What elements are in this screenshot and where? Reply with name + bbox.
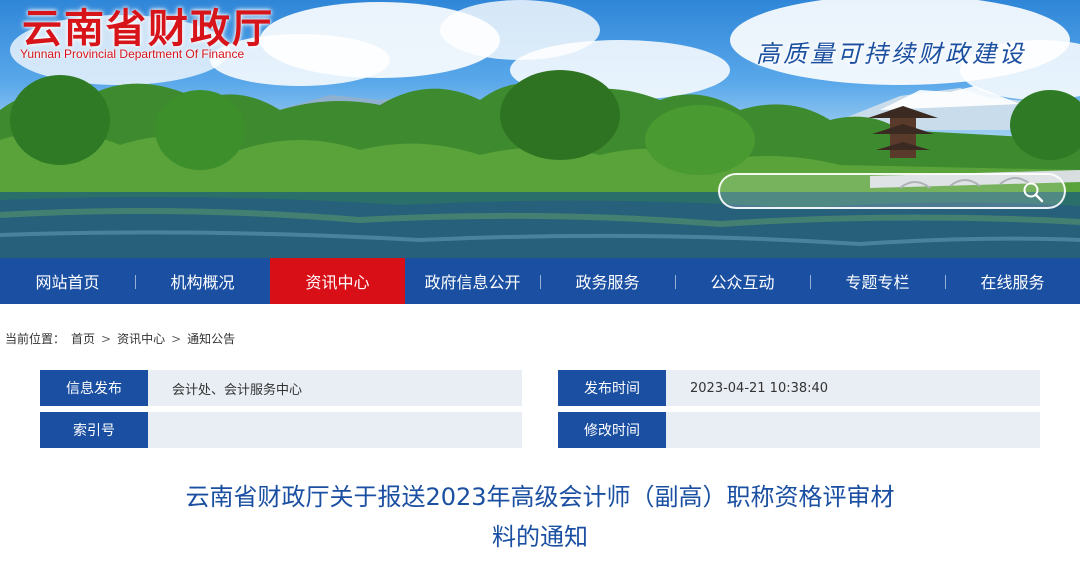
breadcrumb-separator: > bbox=[171, 331, 182, 346]
index-label: 索引号 bbox=[40, 412, 148, 448]
publish-time-value: 2023-04-21 10:38:40 bbox=[666, 370, 1040, 406]
breadcrumb-prefix: 当前位置： bbox=[5, 332, 66, 346]
nav-item-label: 公众互动 bbox=[710, 273, 775, 292]
nav-item-home[interactable]: 网站首页 bbox=[0, 258, 135, 304]
meta-publish-time-row: 发布时间 2023-04-21 10:38:40 bbox=[558, 370, 1040, 406]
breadcrumb-home[interactable]: 首页 bbox=[71, 330, 95, 347]
article-title-line-1: 云南省财政厅关于报送2023年高级会计师（副高）职称资格评审材 bbox=[185, 483, 895, 511]
breadcrumb-notices[interactable]: 通知公告 bbox=[187, 330, 235, 347]
nav-item-services[interactable]: 政务服务 bbox=[540, 258, 675, 304]
meta-index-row: 索引号 bbox=[40, 412, 522, 448]
publisher-label: 信息发布 bbox=[40, 370, 148, 406]
nav-item-label: 专题专栏 bbox=[845, 273, 910, 292]
nav-item-gov-info[interactable]: 政府信息公开 bbox=[405, 258, 540, 304]
search-input[interactable] bbox=[734, 181, 1014, 201]
article-title-line-2: 料的通知 bbox=[492, 523, 588, 551]
meta-publisher-row: 信息发布 会计处、会计服务中心 bbox=[40, 370, 522, 406]
nav-item-label: 政府信息公开 bbox=[424, 273, 521, 292]
nav-item-about[interactable]: 机构概况 bbox=[135, 258, 270, 304]
site-subtitle: Yunnan Provincial Department Of Finance bbox=[20, 47, 245, 61]
site-title: 云南省财政厅 bbox=[22, 5, 274, 52]
nav-item-label: 资讯中心 bbox=[305, 273, 370, 292]
publisher-value: 会计处、会计服务中心 bbox=[148, 370, 522, 406]
index-value bbox=[148, 412, 522, 448]
search-box bbox=[718, 173, 1066, 209]
breadcrumb-separator: > bbox=[101, 331, 112, 346]
nav-item-interaction[interactable]: 公众互动 bbox=[675, 258, 810, 304]
nav-item-label: 网站首页 bbox=[35, 273, 100, 292]
nav-item-label: 在线服务 bbox=[980, 273, 1045, 292]
breadcrumb: 当前位置： 首页 > 资讯中心 > 通知公告 bbox=[5, 330, 235, 347]
header-banner: 云南省财政厅 Yunnan Provincial Department Of F… bbox=[0, 0, 1080, 258]
main-nav: 网站首页 机构概况 资讯中心 政府信息公开 政务服务 公众互动 专题专栏 在线服… bbox=[0, 258, 1080, 304]
article-title: 云南省财政厅关于报送2023年高级会计师（副高）职称资格评审材 料的通知 bbox=[120, 477, 960, 557]
modify-time-value bbox=[666, 412, 1040, 448]
meta-modify-time-row: 修改时间 bbox=[558, 412, 1040, 448]
nav-item-label: 机构概况 bbox=[170, 273, 235, 292]
slogan-text: 高质量可持续财政建设 bbox=[756, 40, 1026, 68]
modify-time-label: 修改时间 bbox=[558, 412, 666, 448]
nav-item-label: 政务服务 bbox=[575, 273, 640, 292]
nav-item-online-services[interactable]: 在线服务 bbox=[945, 258, 1080, 304]
search-icon[interactable] bbox=[1022, 181, 1044, 203]
nav-item-news-center[interactable]: 资讯中心 bbox=[270, 258, 405, 304]
breadcrumb-news-center[interactable]: 资讯中心 bbox=[117, 330, 165, 347]
publish-time-label: 发布时间 bbox=[558, 370, 666, 406]
nav-item-topics[interactable]: 专题专栏 bbox=[810, 258, 945, 304]
